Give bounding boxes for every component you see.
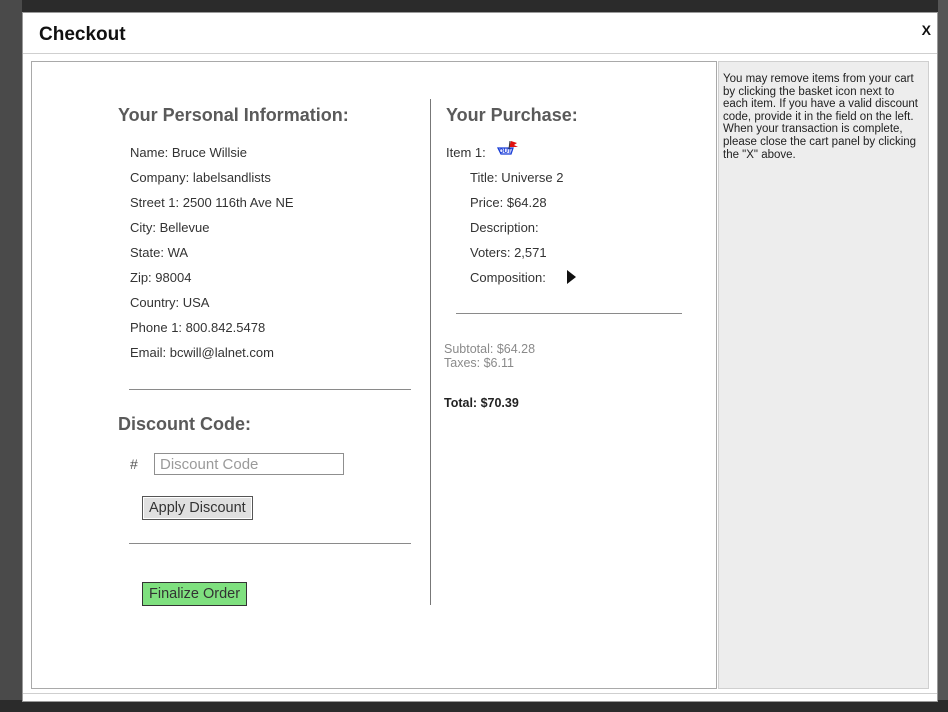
checkout-dialog: Checkout X Your Personal Information: Na… [22, 12, 938, 702]
item-voters: Voters: 2,571 [470, 245, 547, 260]
discount-heading: Discount Code: [118, 414, 251, 434]
item-title: Title: Universe 2 [470, 170, 564, 185]
purchase-heading: Your Purchase: [446, 105, 578, 125]
personal-info-divider [129, 389, 411, 390]
column-separator [430, 99, 431, 605]
info-country: Country: USA [130, 295, 210, 310]
dialog-title: Checkout [39, 24, 126, 45]
item-label: Item 1: [446, 145, 486, 160]
play-triangle-icon[interactable] [567, 270, 576, 284]
subtotal-text: Subtotal: $64.28 [444, 342, 536, 356]
info-email: Email: bcwill@lalnet.com [130, 345, 274, 360]
taxes-text: Taxes: $6.11 [444, 356, 514, 370]
personal-info-heading: Your Personal Information: [118, 105, 349, 125]
item-composition: Composition: [470, 270, 546, 285]
total-text: Total: $70.39 [444, 396, 519, 410]
discount-code-input[interactable] [154, 453, 344, 475]
help-panel: You may remove items from your cart by c… [718, 61, 929, 689]
info-company: Company: labelsandlists [130, 170, 271, 185]
backdrop-top [0, 0, 948, 12]
info-street1: Street 1: 2500 116th Ave NE [130, 195, 294, 210]
item-description: Description: [470, 220, 539, 235]
info-phone1: Phone 1: 800.842.5478 [130, 320, 266, 335]
purchase-divider [456, 313, 682, 314]
basket-remove-icon[interactable]: OUT [497, 140, 519, 156]
backdrop-left [0, 0, 22, 712]
info-zip: Zip: 98004 [130, 270, 192, 285]
title-divider [23, 53, 937, 54]
finalize-order-button[interactable]: Finalize Order [142, 582, 248, 606]
info-city: City: Bellevue [130, 220, 210, 235]
backdrop-right [938, 0, 948, 712]
item-price: Price: $64.28 [470, 195, 547, 210]
checkout-main-panel: Your Personal Information: Name: Bruce W… [31, 61, 717, 689]
svg-text:OUT: OUT [499, 149, 512, 155]
discount-hash-label: # [130, 456, 138, 472]
close-button[interactable]: X [922, 22, 931, 38]
apply-discount-button[interactable]: Apply Discount [142, 496, 253, 520]
discount-divider [129, 543, 411, 544]
dialog-bottom-divider [23, 693, 937, 694]
info-state: State: WA [130, 245, 189, 260]
info-name: Name: Bruce Willsie [130, 145, 248, 160]
